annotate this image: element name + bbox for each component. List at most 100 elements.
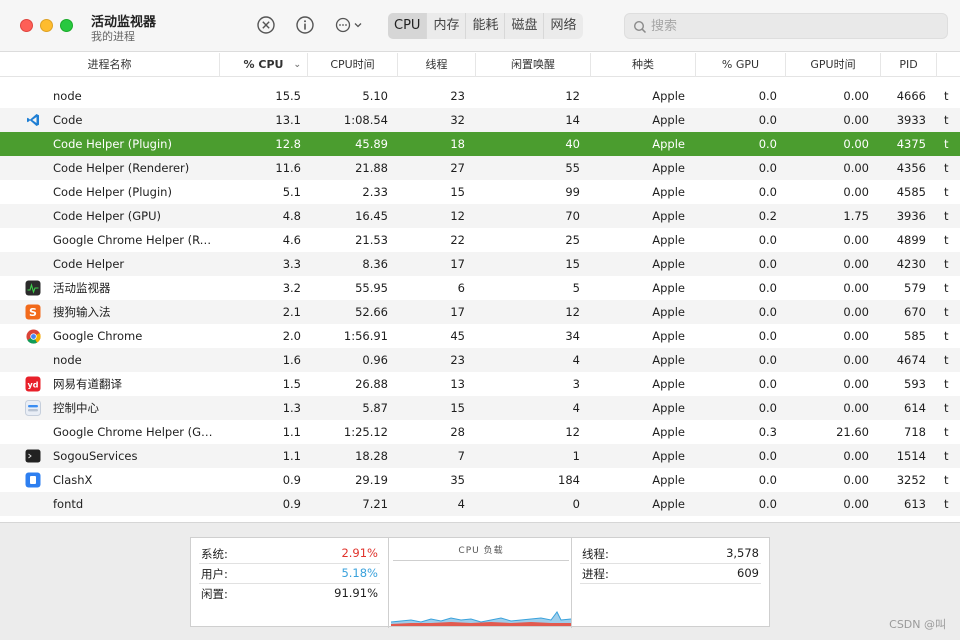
- cell-pid: 4375: [896, 137, 926, 151]
- sogou-input-icon: S: [24, 300, 42, 324]
- cell-cpu: 12.8: [275, 137, 301, 151]
- sort-chevron-icon: ⌄: [293, 60, 301, 70]
- column-idle-wakeups[interactable]: 闲置唤醒: [476, 53, 591, 77]
- zoom-window-button[interactable]: [60, 19, 73, 32]
- cell-gpu: 0.0: [758, 353, 777, 367]
- cell-gputime: 0.00: [843, 473, 869, 487]
- cell-threads: 45: [450, 329, 465, 343]
- cell-name: Code Helper (Plugin): [53, 137, 172, 151]
- cell-user: t: [944, 329, 949, 343]
- close-window-button[interactable]: [20, 19, 33, 32]
- cell-wake: 5: [572, 281, 580, 295]
- cell-time: 52.66: [355, 305, 388, 319]
- cell-gpu: 0.0: [758, 401, 777, 415]
- cell-user: t: [944, 281, 949, 295]
- column-pid[interactable]: PID: [881, 53, 937, 77]
- tab-memory[interactable]: 内存: [427, 13, 467, 39]
- cell-kind: Apple: [652, 185, 685, 199]
- cell-threads: 23: [450, 353, 465, 367]
- processes-label: 进程:: [582, 567, 609, 581]
- cell-gpu: 0.0: [758, 89, 777, 103]
- cell-name: Code Helper: [53, 257, 125, 271]
- clashx-icon: [24, 468, 42, 492]
- tab-disk[interactable]: 磁盘: [505, 13, 545, 39]
- info-icon[interactable]: [295, 15, 315, 35]
- table-row[interactable]: SogouServices 1.1 18.28 7 1 Apple 0.0 0.00 1514 t: [0, 444, 960, 468]
- stop-process-icon[interactable]: [256, 15, 276, 35]
- table-row[interactable]: Code 13.1 1:08.54 32 14 Apple 0.0 0.00 3933 t: [0, 108, 960, 132]
- cell-wake: 4: [572, 353, 580, 367]
- cell-threads: 17: [450, 257, 465, 271]
- cell-pid: 585: [904, 329, 926, 343]
- cell-wake: 99: [565, 185, 580, 199]
- table-row[interactable]: Code Helper (GPU) 4.8 16.45 12 70 Apple 0.2 1.7…: [0, 204, 960, 228]
- table-row[interactable]: Code Helper (Plugin) 12.8 45.89 18 40 Apple 0.…: [0, 132, 960, 156]
- cell-threads: 15: [450, 401, 465, 415]
- cell-threads: 13: [450, 377, 465, 391]
- column-cpu-time[interactable]: CPU时间: [308, 53, 398, 77]
- cell-kind: Apple: [652, 497, 685, 511]
- cell-user: t: [944, 185, 949, 199]
- cell-time: 0.96: [362, 353, 388, 367]
- cell-user: t: [944, 113, 949, 127]
- cell-pid: 4674: [896, 353, 926, 367]
- cell-threads: 6: [457, 281, 465, 295]
- tab-cpu[interactable]: CPU: [388, 13, 428, 39]
- cell-gputime: 0.00: [843, 353, 869, 367]
- cell-threads: 7: [457, 449, 465, 463]
- svg-text:yd: yd: [28, 381, 39, 390]
- cell-wake: 15: [565, 257, 580, 271]
- column-cpu-percent[interactable]: % CPU ⌄: [220, 53, 308, 77]
- cell-name: fontd: [53, 497, 84, 511]
- table-row[interactable]: 活动监视器 3.2 55.95 6 5 Apple 0.0 0.00 579 t: [0, 276, 960, 300]
- cell-gputime: 21.60: [836, 425, 869, 439]
- cell-user: t: [944, 89, 949, 103]
- user-value: 5.18%: [341, 566, 378, 580]
- table-row[interactable]: 控制中心 1.3 5.87 15 4 Apple 0.0 0.00 614 t: [0, 396, 960, 420]
- column-kind[interactable]: 种类: [591, 53, 696, 77]
- tab-network[interactable]: 网络: [544, 13, 582, 39]
- table-row[interactable]: Google Chrome Helper (GPU) 1.1 1:25.12 28 12…: [0, 420, 960, 444]
- cell-cpu: 11.6: [275, 161, 301, 175]
- table-row[interactable]: Code Helper 3.3 8.36 17 15 Apple 0.0 0.00 4230 t: [0, 252, 960, 276]
- column-process-name[interactable]: 进程名称: [0, 53, 220, 77]
- table-row[interactable]: S 搜狗输入法 2.1 52.66 17 12 Apple 0.0 0.00 670 t: [0, 300, 960, 324]
- table-row[interactable]: Google Chrome Helper (Re... 4.6 21.53 22 25 A…: [0, 228, 960, 252]
- cell-pid: 613: [904, 497, 926, 511]
- cell-pid: 718: [904, 425, 926, 439]
- cell-wake: 12: [565, 89, 580, 103]
- column-gpu-percent[interactable]: % GPU: [696, 53, 786, 77]
- table-row[interactable]: Code Helper (Plugin) 5.1 2.33 15 99 Apple 0.0 0…: [0, 180, 960, 204]
- search-field[interactable]: [624, 13, 948, 39]
- app-subtitle[interactable]: 我的进程: [91, 28, 135, 44]
- cell-kind: Apple: [652, 425, 685, 439]
- table-row[interactable]: node 15.5 5.10 23 12 Apple 0.0 0.00 4666 t: [0, 84, 960, 108]
- table-row[interactable]: ClashX 0.9 29.19 35 184 Apple 0.0 0.00 3252 t: [0, 468, 960, 492]
- cell-cpu: 0.9: [282, 473, 301, 487]
- cell-name: node: [53, 89, 82, 103]
- table-row[interactable]: Code Helper (Renderer) 11.6 21.88 27 55 Apple…: [0, 156, 960, 180]
- more-options-icon[interactable]: [333, 15, 353, 35]
- cell-gputime: 0.00: [843, 329, 869, 343]
- chevron-down-icon[interactable]: [351, 15, 365, 35]
- cell-threads: 17: [450, 305, 465, 319]
- cell-name: 控制中心: [53, 401, 99, 415]
- table-row[interactable]: node 1.6 0.96 23 4 Apple 0.0 0.00 4674 t: [0, 348, 960, 372]
- cell-gpu: 0.0: [758, 257, 777, 271]
- table-row[interactable]: Google Chrome 2.0 1:56.91 45 34 Apple 0.0 0.00 5…: [0, 324, 960, 348]
- cell-kind: Apple: [652, 209, 685, 223]
- table-row[interactable]: yd 网易有道翻译 1.5 26.88 13 3 Apple 0.0 0.00 593 t: [0, 372, 960, 396]
- tab-energy[interactable]: 能耗: [466, 13, 506, 39]
- activity-monitor-window: 活动监视器 我的进程 CPU 内存 能耗 磁盘 网络 进程名称: [0, 0, 960, 640]
- cell-wake: 184: [558, 473, 580, 487]
- cell-gputime: 0.00: [843, 497, 869, 511]
- table-row[interactable]: fontd 0.9 7.21 4 0 Apple 0.0 0.00 613 t: [0, 492, 960, 516]
- column-gpu-time[interactable]: GPU时间: [786, 53, 881, 77]
- terminal-icon: [24, 444, 42, 468]
- cell-pid: 3936: [896, 209, 926, 223]
- column-threads[interactable]: 线程: [398, 53, 476, 77]
- search-input[interactable]: [651, 14, 941, 38]
- cell-gputime: 1.75: [843, 209, 869, 223]
- minimize-window-button[interactable]: [40, 19, 53, 32]
- cell-wake: 55: [565, 161, 580, 175]
